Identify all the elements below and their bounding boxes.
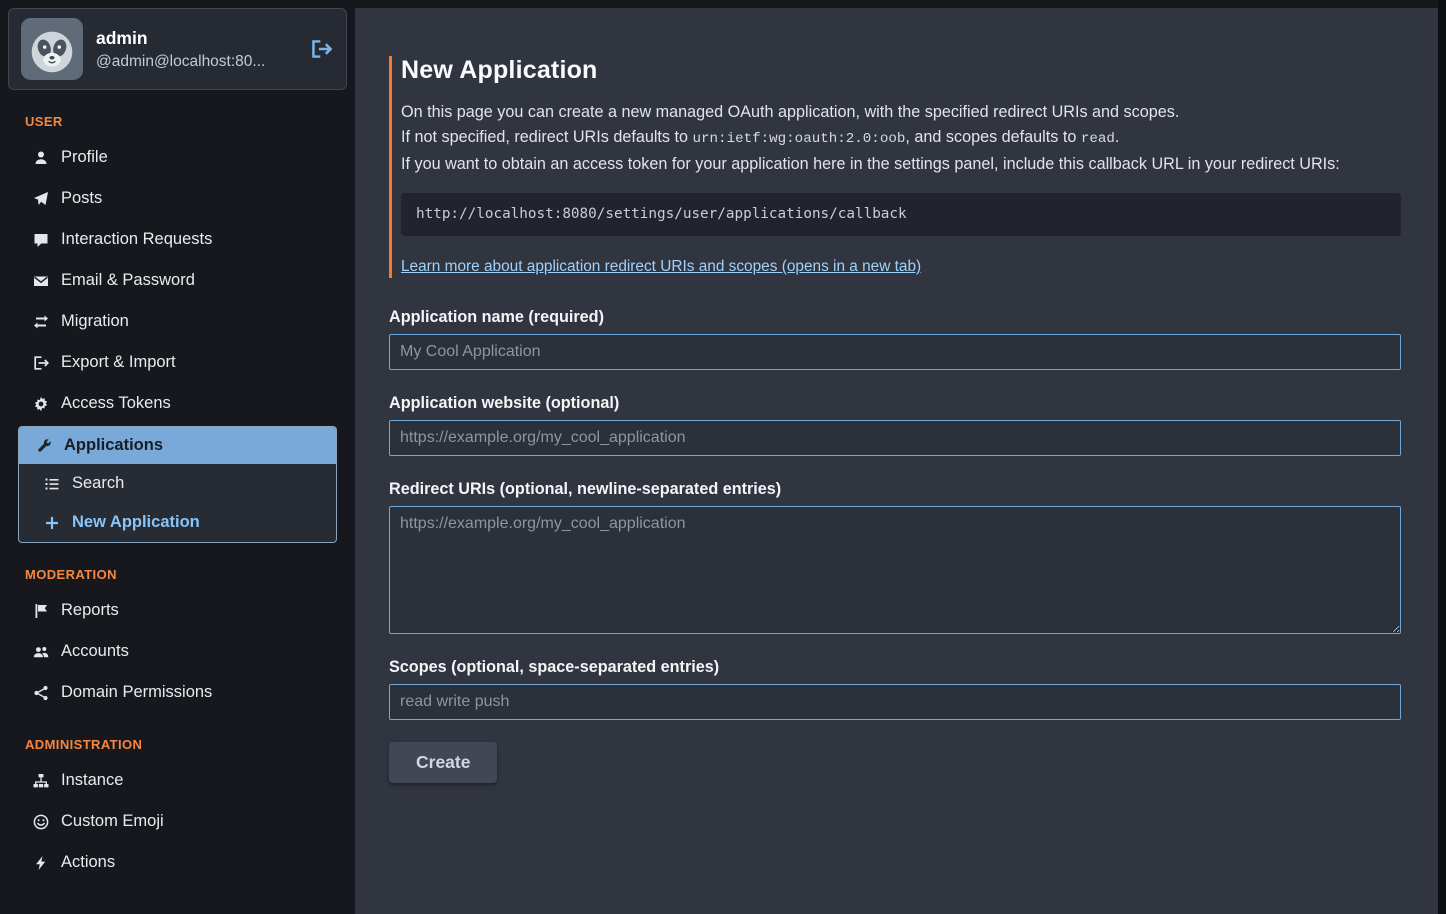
sidebar-item-label: Export & Import bbox=[61, 353, 176, 372]
intro-line-1: On this page you can create a new manage… bbox=[401, 100, 1401, 125]
scrollbar-track[interactable] bbox=[1438, 0, 1446, 914]
user-handle: @admin@localhost:80... bbox=[96, 53, 265, 71]
list-icon bbox=[43, 476, 61, 492]
bolt-icon bbox=[32, 855, 50, 871]
sidebar-item-applications-search[interactable]: Search bbox=[19, 464, 336, 503]
sidebar-item-email-password[interactable]: Email & Password bbox=[0, 260, 355, 301]
sidebar-item-label: Actions bbox=[61, 853, 115, 872]
learn-more-link[interactable]: Learn more about application redirect UR… bbox=[401, 258, 921, 276]
sidebar-item-posts[interactable]: Posts bbox=[0, 178, 355, 219]
paper-plane-icon bbox=[32, 191, 50, 207]
sidebar-item-label: Profile bbox=[61, 148, 108, 167]
intro-text: If not specified, redirect URIs defaults… bbox=[401, 128, 693, 146]
gear-icon bbox=[32, 396, 50, 412]
envelope-icon bbox=[32, 273, 50, 289]
redirect-uris-label: Redirect URIs (optional, newline-separat… bbox=[389, 480, 1401, 499]
callback-url-code: http://localhost:8080/settings/user/appl… bbox=[401, 193, 1401, 236]
users-icon bbox=[32, 644, 50, 660]
sidebar-item-reports[interactable]: Reports bbox=[0, 590, 355, 631]
user-card[interactable]: admin @admin@localhost:80... bbox=[8, 8, 347, 90]
sidebar-item-migration[interactable]: Migration bbox=[0, 301, 355, 342]
sidebar-item-label: New Application bbox=[72, 513, 200, 532]
sidebar-item-label: Email & Password bbox=[61, 271, 195, 290]
intro-text: . bbox=[1115, 128, 1120, 146]
application-website-label: Application website (optional) bbox=[389, 394, 1401, 413]
sidebar-item-profile[interactable]: Profile bbox=[0, 137, 355, 178]
sidebar-item-domain-permissions[interactable]: Domain Permissions bbox=[0, 672, 355, 713]
intro-text: On this page you can create a new manage… bbox=[401, 103, 1179, 121]
callback-url-text: http://localhost:8080/settings/user/appl… bbox=[416, 206, 907, 222]
sidebar-item-label: Interaction Requests bbox=[61, 230, 212, 249]
intro-line-3: If you want to obtain an access token fo… bbox=[401, 152, 1401, 177]
sidebar-item-label: Accounts bbox=[61, 642, 129, 661]
scopes-label: Scopes (optional, space-separated entrie… bbox=[389, 658, 1401, 677]
oob-uri-code: urn:ietf:wg:oauth:2.0:oob bbox=[693, 131, 906, 147]
sidebar-item-applications[interactable]: Applications bbox=[19, 427, 336, 464]
sidebar-item-label: Applications bbox=[64, 436, 163, 455]
sidebar-item-label: Instance bbox=[61, 771, 123, 790]
intro-line-2: If not specified, redirect URIs defaults… bbox=[401, 125, 1401, 152]
application-name-input[interactable] bbox=[389, 334, 1401, 370]
sidebar-item-accounts[interactable]: Accounts bbox=[0, 631, 355, 672]
intro-text: If you want to obtain an access token fo… bbox=[401, 155, 1340, 173]
create-button[interactable]: Create bbox=[389, 742, 497, 783]
sidebar-item-instance[interactable]: Instance bbox=[0, 760, 355, 801]
section-label-moderation: MODERATION bbox=[25, 567, 355, 582]
comment-icon bbox=[32, 232, 50, 248]
section-label-user: USER bbox=[25, 114, 355, 129]
share-nodes-icon bbox=[32, 685, 50, 701]
avatar bbox=[21, 18, 83, 80]
intro-text: , and scopes defaults to bbox=[905, 128, 1080, 146]
sidebar-item-label: Reports bbox=[61, 601, 119, 620]
sidebar-item-new-application[interactable]: New Application bbox=[19, 503, 336, 542]
sidebar-item-actions[interactable]: Actions bbox=[0, 842, 355, 883]
smile-icon bbox=[32, 814, 50, 830]
sidebar-item-access-tokens[interactable]: Access Tokens bbox=[0, 383, 355, 424]
sitemap-icon bbox=[32, 773, 50, 789]
applications-group: Applications Search New Application bbox=[18, 426, 337, 543]
sidebar-item-label: Custom Emoji bbox=[61, 812, 164, 831]
sign-out-icon[interactable] bbox=[308, 36, 334, 62]
application-website-input[interactable] bbox=[389, 420, 1401, 456]
new-application-form: Application name (required) Application … bbox=[389, 308, 1401, 783]
scopes-input[interactable] bbox=[389, 684, 1401, 720]
sidebar-item-custom-emoji[interactable]: Custom Emoji bbox=[0, 801, 355, 842]
flag-icon bbox=[32, 603, 50, 619]
page-header: New Application On this page you can cre… bbox=[389, 56, 1401, 278]
sidebar: admin @admin@localhost:80... USER Profil… bbox=[0, 0, 355, 914]
user-name: admin bbox=[96, 28, 265, 49]
export-icon bbox=[32, 355, 50, 371]
user-icon bbox=[32, 150, 50, 166]
plus-icon bbox=[43, 515, 61, 531]
application-name-label: Application name (required) bbox=[389, 308, 1401, 327]
redirect-uris-textarea[interactable] bbox=[389, 506, 1401, 634]
sidebar-nav: Profile Posts Interaction Requests Email… bbox=[0, 137, 355, 883]
sidebar-item-label: Domain Permissions bbox=[61, 683, 212, 702]
sidebar-item-export-import[interactable]: Export & Import bbox=[0, 342, 355, 383]
main-panel: New Application On this page you can cre… bbox=[355, 8, 1438, 914]
page-title: New Application bbox=[401, 56, 1401, 85]
transfer-arrows-icon bbox=[32, 314, 50, 330]
section-label-administration: ADMINISTRATION bbox=[25, 737, 355, 752]
read-scope-code: read bbox=[1081, 131, 1115, 147]
sidebar-item-label: Access Tokens bbox=[61, 394, 171, 413]
sidebar-item-interaction-requests[interactable]: Interaction Requests bbox=[0, 219, 355, 260]
sidebar-item-label: Migration bbox=[61, 312, 129, 331]
sidebar-item-label: Posts bbox=[61, 189, 102, 208]
user-meta: admin @admin@localhost:80... bbox=[96, 28, 265, 71]
wrench-icon bbox=[35, 438, 53, 454]
sidebar-item-label: Search bbox=[72, 474, 124, 493]
